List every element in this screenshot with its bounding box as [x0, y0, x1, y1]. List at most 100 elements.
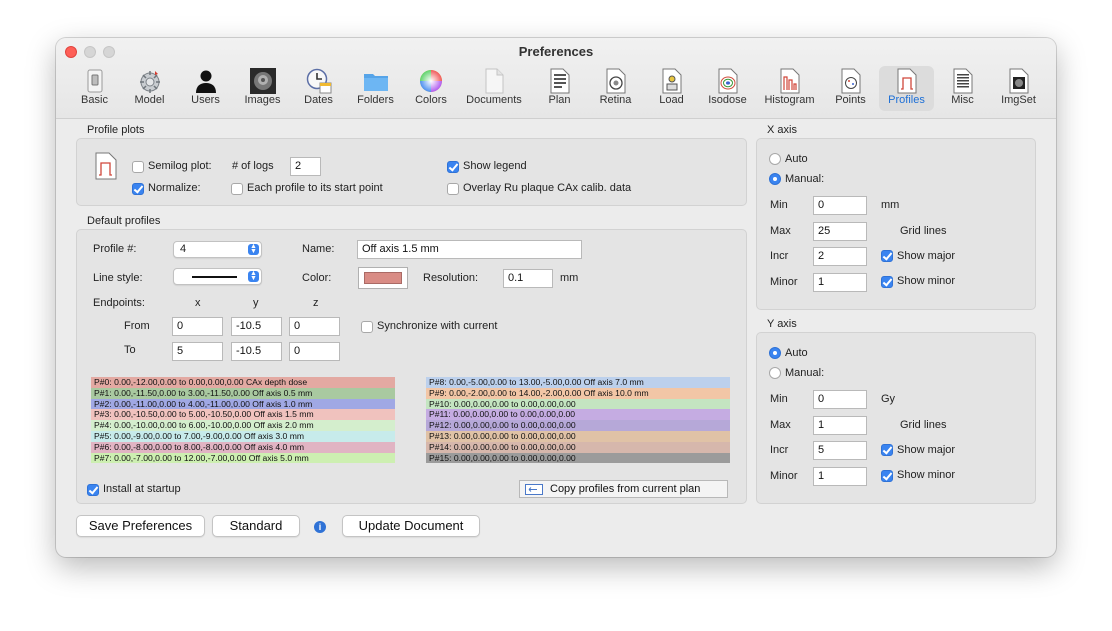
num-logs-input[interactable]: 2 — [290, 157, 321, 176]
misc-doc-icon — [953, 68, 972, 94]
profile-list-item[interactable]: P#14: 0.00,0.00,0.00 to 0.00,0.00,0.00 — [426, 441, 730, 453]
profile-num-label: Profile #: — [93, 243, 137, 255]
profile-num-popup[interactable]: 4 ▲ ▼ — [173, 241, 262, 258]
x-manual-radio[interactable] — [769, 173, 781, 185]
show-legend-checkbox[interactable] — [447, 161, 459, 173]
profile-list-item[interactable]: P#7: 0.00,-7.00,0.00 to 12.00,-7.00,0.00… — [91, 452, 395, 464]
x-auto-radio[interactable] — [769, 153, 781, 165]
info-icon[interactable]: i — [314, 521, 326, 533]
copy-profiles-button[interactable]: Copy profiles from current plan — [519, 480, 728, 498]
profile-list-item[interactable]: P#15: 0.00,0.00,0.00 to 0.00,0.00,0.00 — [426, 452, 730, 464]
x-show-minor-checkbox[interactable] — [881, 276, 893, 288]
from-y-input[interactable]: -10.5 — [231, 317, 282, 336]
semilog-label: Semilog plot: — [148, 160, 212, 172]
tab-images[interactable]: Images — [237, 66, 288, 111]
x-max-input[interactable]: 25 — [813, 222, 867, 241]
profile-list-item[interactable]: P#6: 0.00,-8.00,0.00 to 8.00,-8.00,0.00 … — [91, 441, 395, 453]
x-min-input[interactable]: 0 — [813, 196, 867, 215]
x-incr-input[interactable]: 2 — [813, 247, 867, 266]
tab-retina[interactable]: Retina — [591, 66, 640, 111]
tab-users[interactable]: Users — [181, 66, 230, 111]
profile-list-item[interactable]: P#0: 0.00,-12.00,0.00 to 0.00,0.00,0.00 … — [91, 377, 395, 388]
x-show-major-checkbox[interactable] — [881, 250, 893, 262]
x-incr-label: Incr — [770, 250, 789, 262]
y-min-input[interactable]: 0 — [813, 390, 867, 409]
preferences-window: Preferences Basic Model Users Images Dat… — [56, 38, 1056, 557]
tab-misc[interactable]: Misc — [938, 66, 987, 111]
x-minor-label: Minor — [770, 276, 798, 288]
profile-list-item[interactable]: P#12: 0.00,0.00,0.00 to 0.00,0.00,0.00 — [426, 420, 730, 431]
tab-profiles[interactable]: Profiles — [879, 66, 934, 111]
switch-icon — [87, 69, 102, 93]
tab-model[interactable]: Model — [125, 66, 174, 111]
overlay-checkbox[interactable] — [447, 183, 459, 195]
to-y-input[interactable]: -10.5 — [231, 342, 282, 361]
name-label: Name: — [302, 243, 335, 255]
y-incr-input[interactable]: 5 — [813, 441, 867, 460]
profile-list-left[interactable]: P#0: 0.00,-12.00,0.00 to 0.00,0.00,0.00 … — [91, 377, 395, 464]
y-minor-input[interactable]: 1 — [813, 467, 867, 486]
y-manual-radio[interactable] — [769, 367, 781, 379]
tab-basic[interactable]: Basic — [70, 66, 119, 111]
normalize-checkbox[interactable] — [132, 183, 144, 195]
y-auto-radio[interactable] — [769, 347, 781, 359]
x-manual-label: Manual: — [785, 173, 825, 185]
line-style-popup[interactable]: ▲ ▼ — [173, 268, 262, 285]
y-show-minor-checkbox[interactable] — [881, 470, 893, 482]
standard-button[interactable]: Standard — [212, 515, 300, 537]
y-auto-label: Auto — [785, 347, 808, 359]
profile-list-item[interactable]: P#3: 0.00,-10.50,0.00 to 5.00,-10.50,0.0… — [91, 409, 395, 421]
from-z-input[interactable]: 0 — [289, 317, 340, 336]
tab-imgset[interactable]: ImgSet — [994, 66, 1043, 111]
folder-icon — [363, 74, 388, 91]
to-label: To — [124, 344, 136, 356]
profile-list-item[interactable]: P#9: 0.00,-2.00,0.00 to 14.00,-2.00,0.00… — [426, 387, 730, 399]
to-z-input[interactable]: 0 — [289, 342, 340, 361]
profile-list-item[interactable]: P#1: 0.00,-11.50,0.00 to 3.00,-11.50,0.0… — [91, 387, 395, 399]
tab-histogram[interactable]: Histogram — [759, 66, 820, 111]
y-max-input[interactable]: 1 — [813, 416, 867, 435]
profile-list-item[interactable]: P#8: 0.00,-5.00,0.00 to 13.00,-5.00,0.00… — [426, 377, 730, 388]
profile-name-input[interactable]: Off axis 1.5 mm — [357, 240, 582, 259]
copy-profiles-label: Copy profiles from current plan — [550, 483, 701, 495]
update-document-button[interactable]: Update Document — [342, 515, 480, 537]
from-x-input[interactable]: 0 — [172, 317, 223, 336]
y-show-minor-label: Show minor — [897, 469, 956, 481]
x-minor-input[interactable]: 1 — [813, 273, 867, 292]
y-axis-title: Y axis — [767, 318, 797, 330]
color-well[interactable] — [358, 267, 408, 289]
resolution-input[interactable]: 0.1 — [503, 269, 553, 288]
tab-dates[interactable]: Dates — [294, 66, 343, 111]
profiles-doc-icon — [95, 152, 117, 180]
normalize-label: Normalize: — [148, 182, 201, 194]
to-x-input[interactable]: 5 — [172, 342, 223, 361]
person-icon — [195, 70, 216, 93]
isodose-doc-icon — [718, 68, 737, 94]
tab-folders[interactable]: Folders — [350, 66, 401, 111]
profile-list-item[interactable]: P#10: 0.00,0.00,0.00 to 0.00,0.00,0.00 — [426, 398, 730, 410]
tab-load[interactable]: Load — [647, 66, 696, 111]
retina-doc-icon — [606, 68, 625, 94]
sync-checkbox[interactable] — [361, 321, 373, 333]
profile-list-item[interactable]: P#2: 0.00,-11.00,0.00 to 4.00,-11.00,0.0… — [91, 398, 395, 410]
profile-list-item[interactable]: P#4: 0.00,-10.00,0.00 to 6.00,-10.00,0.0… — [91, 420, 395, 431]
histogram-doc-icon — [780, 68, 799, 94]
each-profile-checkbox[interactable] — [231, 183, 243, 195]
line-style-label: Line style: — [93, 272, 143, 284]
install-startup-checkbox[interactable] — [87, 484, 99, 496]
tab-points[interactable]: Points — [826, 66, 875, 111]
points-doc-icon — [841, 68, 860, 94]
y-show-major-checkbox[interactable] — [881, 444, 893, 456]
tab-isodose[interactable]: Isodose — [703, 66, 752, 111]
tab-documents[interactable]: Documents — [461, 66, 527, 111]
semilog-checkbox[interactable] — [132, 161, 144, 173]
profile-list-right[interactable]: P#8: 0.00,-5.00,0.00 to 13.00,-5.00,0.00… — [426, 377, 730, 464]
profile-list-item[interactable]: P#13: 0.00,0.00,0.00 to 0.00,0.00,0.00 — [426, 430, 730, 442]
color-label: Color: — [302, 272, 332, 284]
tab-plan[interactable]: Plan — [535, 66, 584, 111]
profile-list-item[interactable]: P#5: 0.00,-9.00,0.00 to 7.00,-9.00,0.00 … — [91, 430, 395, 442]
profile-list-item[interactable]: P#11: 0.00,0.00,0.00 to 0.00,0.00,0.00 — [426, 409, 730, 421]
save-preferences-button[interactable]: Save Preferences — [76, 515, 205, 537]
default-profiles-title: Default profiles — [87, 215, 161, 227]
tab-colors[interactable]: Colors — [408, 66, 454, 111]
